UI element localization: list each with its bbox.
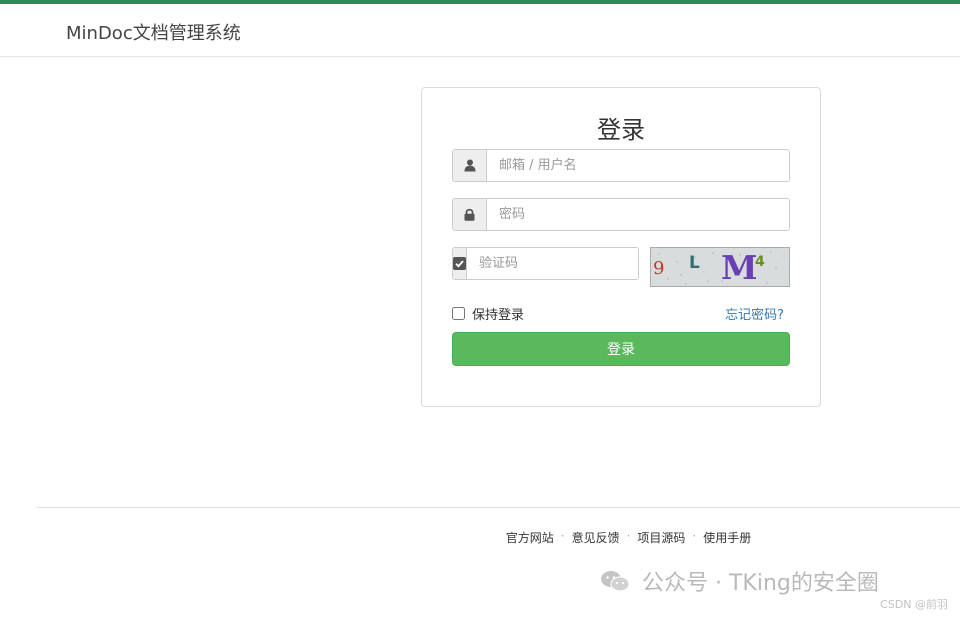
- svg-text:4: 4: [755, 254, 765, 270]
- captcha-input[interactable]: [467, 248, 638, 279]
- username-input-group: [452, 149, 790, 182]
- footer-separator: ·: [692, 529, 697, 543]
- footer-links: 官方网站 · 意见反馈 · 项目源码 · 使用手册: [0, 529, 960, 546]
- navbar: MinDoc文档管理系统: [0, 4, 960, 57]
- password-input[interactable]: [487, 199, 789, 230]
- username-input[interactable]: [487, 150, 789, 181]
- remember-me[interactable]: 保持登录: [452, 304, 524, 323]
- remember-checkbox[interactable]: [452, 307, 465, 320]
- footer-divider: [36, 507, 960, 508]
- login-panel: 登录 邮箱 / 用户名 验证码 9 L M 4 保持登录 忘记密码? 登录: [421, 87, 821, 407]
- brand-title[interactable]: MinDoc文档管理系统: [66, 19, 241, 45]
- forgot-password-link[interactable]: 忘记密码?: [725, 304, 784, 323]
- footer-separator: ·: [560, 529, 565, 543]
- captcha-image[interactable]: 9 L M 4: [650, 247, 790, 287]
- svg-text:9: 9: [653, 258, 664, 279]
- check-square-icon: [453, 248, 467, 279]
- footer-separator: ·: [626, 529, 631, 543]
- footer-link-official-site[interactable]: 官方网站: [506, 529, 554, 546]
- svg-text:M: M: [721, 248, 758, 287]
- watermark: 公众号 · TKing的安全圈: [600, 565, 879, 597]
- wechat-icon: [600, 569, 630, 593]
- svg-text:L: L: [689, 253, 700, 273]
- footer-link-manual[interactable]: 使用手册: [703, 529, 751, 546]
- remember-label: 保持登录: [472, 308, 525, 323]
- footer-link-source[interactable]: 项目源码: [637, 529, 685, 546]
- lock-icon: [453, 199, 487, 230]
- password-input-group: [452, 198, 790, 231]
- footer-link-feedback[interactable]: 意见反馈: [572, 529, 620, 546]
- csdn-credit: CSDN @前羽: [880, 598, 948, 611]
- watermark-text: 公众号 · TKing的安全圈: [642, 571, 879, 596]
- login-title: 登录: [597, 116, 645, 144]
- captcha-input-group: [452, 247, 639, 280]
- login-button[interactable]: 登录: [452, 332, 790, 366]
- user-icon: [453, 150, 487, 181]
